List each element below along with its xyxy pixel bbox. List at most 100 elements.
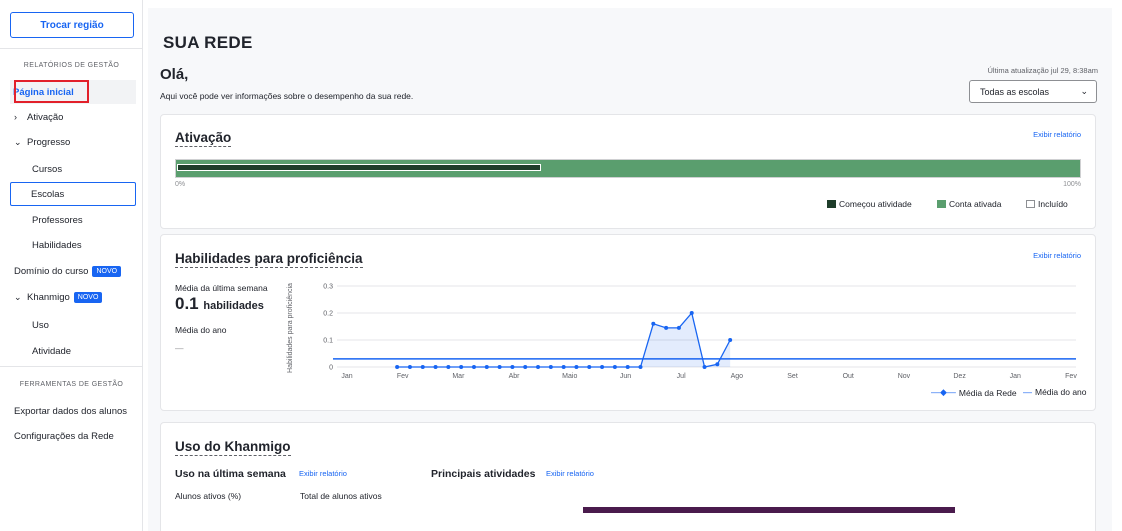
sidebar-item-skills[interactable]: Habilidades [10,233,136,257]
activation-started-fill [177,164,541,171]
chevron-right-icon: › [14,112,17,122]
khanmigo-title[interactable]: Uso do Khanmigo [175,439,291,456]
sidebar-item-courses[interactable]: Cursos [10,157,136,181]
skills-card: Habilidades para proficiência Exibir rel… [160,234,1096,411]
sidebar-item-label: Configurações da Rede [14,430,114,442]
series-network-point [625,365,630,369]
sidebar-item-khanmigo[interactable]: ⌄ Khanmigo NOVO [10,285,136,309]
legend-label: Começou atividade [839,199,912,209]
series-network-point [536,365,541,369]
khanmigo-card: Uso do Khanmigo Uso na última semana Exi… [160,422,1096,531]
x-tick-label: Fev [397,373,409,380]
activation-title[interactable]: Ativação [175,130,232,147]
series-network-point [676,325,681,330]
change-region-button[interactable]: Trocar região [10,12,134,38]
sidebar-item-activation[interactable]: › Ativação [10,105,136,129]
legend-label: Conta ativada [949,199,1002,209]
sidebar-item-label: Domínio do curso [14,265,89,277]
legend-label: Incluído [1038,199,1068,209]
x-tick-label: Jul [677,373,686,380]
series-network-point [638,365,643,369]
series-network-point [471,365,476,369]
legend-network-average: —◆— Média da Rede [931,387,1017,398]
sidebar-item-home[interactable]: Página inicial [10,80,136,104]
active-students-pct-label: Alunos ativos (%) [175,491,242,501]
sidebar-item-activity[interactable]: Atividade [10,339,136,363]
series-network-point [728,338,733,342]
sidebar-item-course-mastery[interactable]: Domínio do curso NOVO [14,259,138,283]
legend-year-average: — Média do ano [1023,387,1087,397]
legend-swatch [937,200,946,208]
school-filter-select[interactable]: Todas as escolas ⌄ [969,80,1097,103]
sidebar-section-tools: FERRAMENTAS DE GESTÃO [19,381,124,388]
series-network-point [587,365,592,369]
week-usage-report-link[interactable]: Exibir relatório [299,469,347,478]
series-network-point [420,365,425,369]
x-tick-label: Maio [562,373,577,380]
series-network-point [651,321,656,326]
sidebar-item-network-settings[interactable]: Configurações da Rede [14,424,140,448]
week-usage-title: Uso na última semana [175,468,286,480]
series-network-point [446,365,451,369]
activation-card: Ativação Exibir relatório 0% 100% Começo… [160,114,1096,229]
legend-activated: Conta ativada [937,199,1001,209]
y-axis-label: Habilidades para proficiência [287,283,294,373]
sidebar-item-label: Escolas [31,188,65,200]
x-tick-label: Nov [898,373,911,380]
school-filter-value: Todas as escolas [980,86,1050,97]
activation-report-link[interactable]: Exibir relatório [1033,130,1081,139]
series-network-point [715,362,720,367]
y-tick-label: 0 [329,365,333,372]
series-network-point [600,365,605,369]
activation-max-label: 100% [1063,181,1081,188]
active-students-total-label: Total de alunos ativos [300,491,382,501]
series-network-point [664,325,669,330]
legend-label: Média da Rede [958,387,1017,398]
sidebar-item-label: Progresso [27,136,71,148]
sidebar-item-label: Uso [32,319,49,331]
activation-progress-bar [175,159,1081,178]
main-content: SUA REDE Olá, Aqui você pode ver informa… [148,8,1112,531]
legend-swatch [1026,200,1035,208]
x-tick-label: Jan [341,373,352,380]
series-network-point [497,365,502,369]
series-network-point [689,311,694,315]
top-activities-report-link[interactable]: Exibir relatório [546,469,594,478]
sidebar-item-label: Habilidades [32,239,82,251]
y-tick-label: 0.3 [323,284,333,291]
series-network-point [702,365,707,369]
sidebar-item-label: Cursos [32,163,63,175]
sidebar-item-progress[interactable]: ⌄ Progresso [10,130,136,154]
greeting: Olá, [160,66,189,83]
legend-label: Média do ano [1035,387,1087,397]
new-badge: NOVO [92,265,122,277]
series-network-point [395,365,400,369]
x-tick-label: Mar [452,373,465,380]
x-tick-label: Set [787,373,798,380]
activation-min-label: 0% [175,181,186,188]
series-network-point [612,365,617,369]
new-badge: NOVO [73,291,103,303]
series-network-point [574,365,579,369]
legend-included: Incluído [1026,199,1068,209]
sidebar-item-label: Página inicial [13,86,74,98]
series-network-point [433,365,438,369]
top-activity-bar [583,507,955,513]
series-network-point [484,365,489,369]
series-network-point [523,365,528,369]
sidebar-item-teachers[interactable]: Professores [10,208,136,232]
x-tick-label: Dez [953,373,966,380]
sidebar-item-schools[interactable]: Escolas [10,182,136,206]
x-tick-label: Out [843,373,854,380]
top-activities-title: Principais atividades [431,468,536,480]
x-tick-label: Abr [509,373,521,380]
diamond-line-icon: —◆— [931,387,956,397]
chevron-down-icon: ⌄ [14,291,22,302]
page-subtitle: Aqui você pode ver informações sobre o d… [160,91,414,101]
series-network-point [561,365,566,369]
sidebar-item-export-data[interactable]: Exportar dados dos alunos [14,399,140,423]
sidebar-item-label: Professores [32,214,83,226]
y-tick-label: 0.2 [323,311,333,318]
chevron-down-icon: ⌄ [14,136,22,147]
sidebar-item-usage[interactable]: Uso [10,313,136,337]
